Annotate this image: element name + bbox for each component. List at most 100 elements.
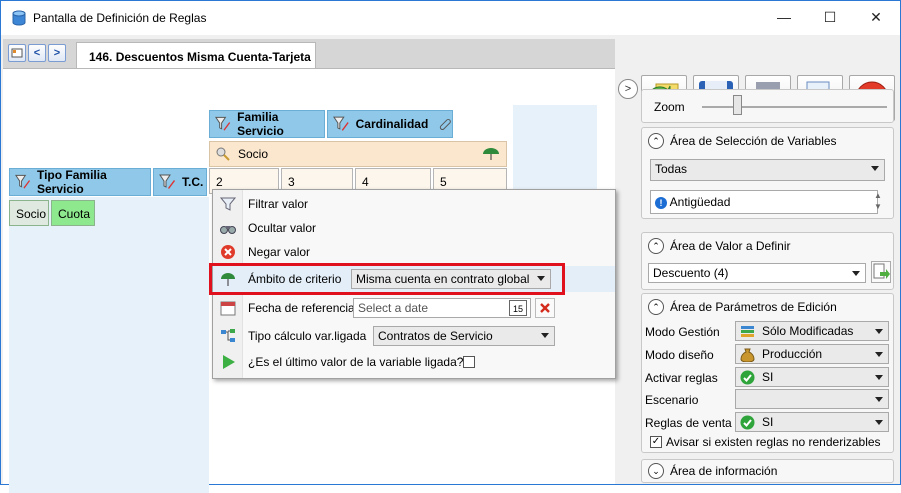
funnel-pencil-icon [333,116,349,131]
chevron-down-icon [871,166,879,171]
activar-reglas-label: Activar reglas [645,371,718,385]
zoom-slider-thumb[interactable] [733,95,742,115]
header-tc[interactable]: T.C. [153,168,207,196]
zoom-track [702,106,887,108]
menu-item-ultimo-label: ¿Es el último valor de la variable ligad… [248,355,464,369]
sel-vars-panel: ⌃ Área de Selección de Variables Todas !… [641,127,894,219]
num-cell-label: 2 [216,175,223,189]
collapse-panel-button[interactable]: > [618,79,638,99]
params-title: Área de Parámetros de Edición [670,300,837,314]
chevron-right-icon: > [53,47,61,59]
clear-date-button[interactable] [535,298,555,318]
document-list-button[interactable] [8,44,26,62]
escenario-label: Escenario [645,393,699,407]
modo-gestion-select[interactable]: Sólo Modificadas [735,321,889,341]
menu-item-negar[interactable]: Negar valor [213,240,615,264]
valor-panel: ⌃ Área de Valor a Definir Descuento (4) [641,232,894,290]
info-header[interactable]: ⌄ Área de información [648,463,777,479]
num-cell-label: 4 [362,175,369,189]
chevron-down-icon [875,352,883,357]
menu-item-fecha-label: Fecha de referencia [248,301,355,315]
modo-diseno-label: Modo diseño [645,348,714,362]
document-tab[interactable]: 146. Descuentos Misma Cuenta-Tarjeta [76,42,316,70]
funnel-pencil-icon [215,116,231,131]
chevron-left-icon: < [33,47,41,59]
binoculars-icon [220,226,236,234]
avisar-label: Avisar si existen reglas no renderizable… [666,435,881,449]
menu-item-tipo-label: Tipo cálculo var.ligada [248,329,367,343]
error-icon [221,245,235,259]
main-window: Pantalla de Definición de Reglas — ☐ ✕ <… [0,0,901,493]
magnifier-icon [216,147,230,161]
header-tipo-familia-servicio[interactable]: Tipo Familia Servicio [9,168,151,196]
sel-vars-select[interactable]: Todas [650,159,885,181]
check-circle-icon [740,415,755,430]
menu-item-filtrar-label: Filtrar valor [248,197,309,211]
close-icon: ✕ [870,8,882,25]
document-arrow-icon [873,263,890,279]
info-panel: ⌄ Área de información [641,459,894,483]
title-bar: Pantalla de Definición de Reglas — ☐ ✕ [1,1,900,35]
database-icon [12,10,26,26]
activar-reglas-select[interactable]: SI [735,367,889,387]
sel-vars-title: Área de Selección de Variables [670,134,837,148]
minimize-button[interactable]: — [761,1,807,33]
menu-item-ocultar-label: Ocultar valor [248,221,317,235]
hierarchy-icon [221,329,235,342]
new-value-button[interactable] [871,261,891,283]
spinner[interactable]: ▲ ▼ [872,190,884,214]
close-window-button[interactable]: ✕ [853,1,899,33]
modo-gestion-label: Modo Gestión [645,325,720,339]
avisar-option[interactable]: ✓ Avisar si existen reglas no renderizab… [650,435,881,449]
document-tab-bar: < > 146. Descuentos Misma Cuenta-Tarjeta [3,39,615,70]
highlight-box [209,263,565,295]
pill-socio[interactable]: Socio [9,200,49,226]
fecha-placeholder: Select a date [358,301,429,315]
chevron-down-icon [852,271,860,276]
chevron-up-icon: ⌃ [648,238,664,254]
prev-tab-button[interactable]: < [28,44,46,62]
valor-select-value: Descuento (4) [653,266,729,280]
valor-select[interactable]: Descuento (4) [648,263,866,283]
chevron-down-icon [875,397,883,402]
right-column-area [513,105,597,201]
document-list-icon [11,48,23,58]
maximize-icon: ☐ [823,8,837,25]
check-circle-icon [740,370,755,385]
sel-vars-header[interactable]: ⌃ Área de Selección de Variables [648,133,837,149]
header-cardinalidad[interactable]: Cardinalidad [327,110,453,138]
tipo-select-value: Contratos de Servicio [378,329,493,343]
calendar-icon [220,301,236,316]
reglas-venta-select[interactable]: SI [735,412,889,432]
pill-cuota-label: Cuota [58,207,91,221]
num-cell-label: 5 [440,175,447,189]
zoom-panel: Zoom [641,89,894,123]
escenario-select[interactable] [735,389,889,409]
chevron-up-icon: ⌃ [648,133,664,149]
menu-item-negar-label: Negar valor [248,245,311,259]
pill-cuota[interactable]: Cuota [51,200,95,226]
link-icon [440,119,452,130]
valor-header[interactable]: ⌃ Área de Valor a Definir [648,238,791,254]
calendar-button[interactable]: 15 [509,300,527,316]
pill-socio-label: Socio [16,207,47,221]
funnel-pencil-icon [159,174,175,189]
maximize-button[interactable]: ☐ [807,1,853,33]
socio-row[interactable]: Socio [209,141,507,167]
menu-item-ocultar[interactable]: Ocultar valor [213,216,615,240]
avisar-checkbox[interactable]: ✓ [650,436,662,448]
header-tipo-familia-label: Tipo Familia Servicio [36,168,107,196]
umbrella-icon [483,148,499,160]
sel-vars-list[interactable]: ! Antigüedad [650,190,878,214]
sel-vars-select-value: Todas [655,162,688,176]
menu-item-ultimo[interactable]: ¿Es el último valor de la variable ligad… [213,350,615,374]
menu-item-filtrar[interactable]: Filtrar valor [213,192,615,216]
params-header[interactable]: ⌃ Área de Parámetros de Edición [648,299,837,315]
ultimo-checkbox[interactable] [463,356,475,368]
tipo-select[interactable]: Contratos de Servicio [373,326,555,346]
header-familia-servicio[interactable]: Familia Servicio [209,110,325,138]
client-area: < > 146. Descuentos Misma Cuenta-Tarjeta… [1,35,900,493]
next-tab-button[interactable]: > [48,44,66,62]
fecha-input[interactable]: Select a date [353,298,531,318]
modo-diseno-select[interactable]: Producción [735,344,889,364]
